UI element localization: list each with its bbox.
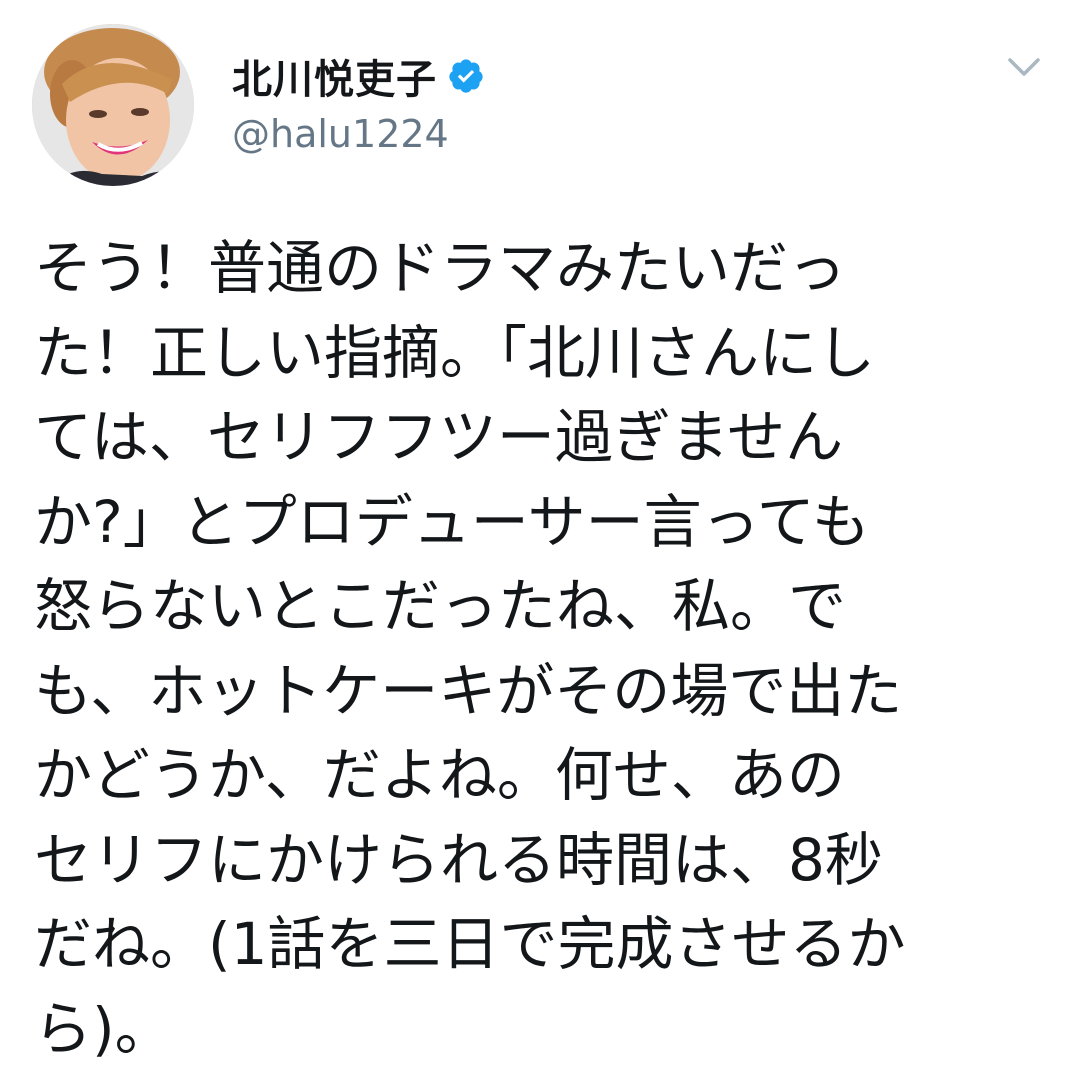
tweet-text-line: ては、セリフフツー過ぎません [34,403,844,471]
tweet-text-line: か?」とプロデューサー言っても [34,487,870,556]
profile-photo [32,24,194,186]
avatar[interactable] [32,24,194,186]
user-name-row: 北川悦吏子 [232,48,485,104]
tweet-text-line: 怒らないとこだったね、私。で [34,572,847,640]
tweet-text: そう！普通のドラマみたいだっ た！正しい指摘。「北川さんにし ては、セリフフツー… [34,226,1054,1071]
verified-badge-icon [447,57,485,95]
tweet-text-line: セリフにかけられる時間は、8秒 [34,825,883,894]
tweet-text-line: そう！普通のドラマみたいだっ [34,234,847,302]
tweet-text-line: ら)。 [34,994,173,1063]
tweet-card: 北川悦吏子 @halu1224 そう！普通のドラマみたいだっ た！正しい指摘。「… [0,0,1076,1078]
chevron-down-icon[interactable] [1002,50,1046,84]
tweet-text-line: かどうか、だよね。何せ、あの [34,741,845,809]
user-handle[interactable]: @halu1224 [232,112,449,156]
tweet-text-line: た！正しい指摘。「北川さんにし [34,318,876,387]
tweet-text-line: だね。(1話を三日で完成させるか [34,910,906,978]
tweet-text-line: も、ホットケーキがその場で出た [34,656,903,725]
display-name[interactable]: 北川悦吏子 [232,47,437,105]
